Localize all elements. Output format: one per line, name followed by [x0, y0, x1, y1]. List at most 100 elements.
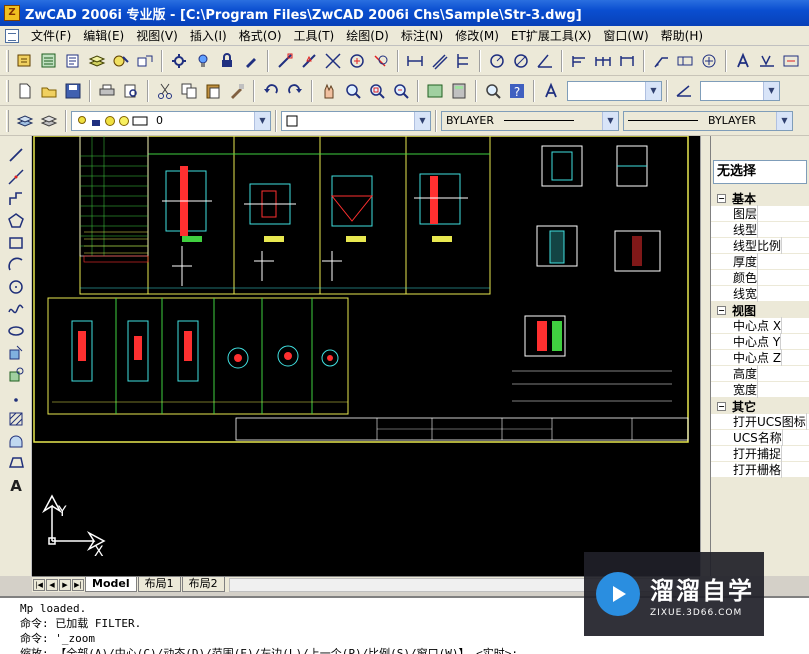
polyline-icon[interactable] — [2, 188, 30, 210]
light-bulb-icon[interactable] — [192, 50, 214, 72]
property-row[interactable]: 厚度 — [711, 253, 809, 270]
dim-diameter-icon[interactable] — [510, 50, 532, 72]
menu-format[interactable]: 格式(O) — [233, 26, 288, 46]
polygon-icon[interactable] — [2, 210, 30, 232]
layer-manager-icon[interactable] — [86, 50, 108, 72]
rectangle-icon[interactable] — [2, 232, 30, 254]
property-row[interactable]: 线型比例 — [711, 237, 809, 254]
title-bar[interactable]: Z ZwCAD 2006i 专业版 - [C:\Program Files\Zw… — [0, 0, 809, 26]
property-row[interactable]: 打开栅格 — [711, 461, 809, 478]
print-icon[interactable] — [96, 80, 118, 102]
property-row[interactable]: 中心点 X — [711, 317, 809, 334]
dim-baseline-icon[interactable] — [568, 50, 590, 72]
dim-aligned-icon[interactable] — [428, 50, 450, 72]
brush-icon[interactable] — [240, 50, 262, 72]
tab-prev-icon[interactable]: ◀ — [46, 578, 58, 591]
layer-properties-icon[interactable] — [14, 110, 36, 132]
toolbar-grip[interactable] — [6, 79, 9, 102]
print-preview-icon[interactable] — [120, 80, 142, 102]
text-icon[interactable]: A — [2, 474, 30, 496]
property-row[interactable]: 线型 — [711, 221, 809, 238]
snap-intersection-icon[interactable] — [322, 50, 344, 72]
zoom-realtime-icon[interactable] — [342, 80, 364, 102]
region-icon[interactable] — [2, 430, 30, 452]
match-properties-icon[interactable] — [110, 50, 132, 72]
dim-edit-icon[interactable] — [756, 50, 778, 72]
dim-quick-icon[interactable] — [616, 50, 638, 72]
revision-cloud-icon[interactable] — [2, 452, 30, 474]
property-row[interactable]: 图层 — [711, 205, 809, 222]
menu-insert[interactable]: 插入(I) — [184, 26, 233, 46]
tab-next-icon[interactable]: ▶ — [59, 578, 71, 591]
zoom-previous-icon[interactable] — [390, 80, 412, 102]
property-row[interactable]: 中心点 Z — [711, 349, 809, 366]
menu-tools[interactable]: 工具(T) — [288, 26, 341, 46]
paste-icon[interactable] — [202, 80, 224, 102]
redo-icon[interactable] — [284, 80, 306, 102]
new-file-icon[interactable] — [14, 80, 36, 102]
dim-ordinate-icon[interactable] — [452, 50, 474, 72]
property-row[interactable]: 线宽 — [711, 285, 809, 302]
property-row[interactable]: 宽度 — [711, 381, 809, 398]
menu-dimension[interactable]: 标注(N) — [395, 26, 449, 46]
drawing-canvas[interactable]: Y X — [32, 136, 700, 576]
settings-icon[interactable] — [168, 50, 190, 72]
aerial-view-icon[interactable] — [424, 80, 446, 102]
toolbar-grip[interactable] — [6, 49, 9, 72]
tool-palette-icon[interactable] — [38, 50, 60, 72]
leader-icon[interactable] — [650, 50, 672, 72]
layer-select[interactable]: 0 ▼ — [71, 110, 271, 131]
calculator-icon[interactable] — [448, 80, 470, 102]
collapse-icon[interactable]: − — [717, 401, 726, 411]
copy-icon[interactable] — [178, 80, 200, 102]
property-row[interactable]: 打开UCS图标 — [711, 413, 809, 430]
spline-icon[interactable] — [2, 298, 30, 320]
design-center-icon[interactable] — [14, 50, 36, 72]
property-group[interactable]: − 其它 — [711, 398, 809, 414]
undo-icon[interactable] — [260, 80, 282, 102]
construction-line-icon[interactable] — [2, 166, 30, 188]
menu-modify[interactable]: 修改(M) — [449, 26, 505, 46]
match-brush-icon[interactable] — [226, 80, 248, 102]
text-style-icon[interactable] — [732, 50, 754, 72]
property-row[interactable]: 高度 — [711, 365, 809, 382]
dim-radius-icon[interactable] — [486, 50, 508, 72]
menu-help[interactable]: 帮助(H) — [655, 26, 709, 46]
point-icon[interactable] — [2, 386, 30, 408]
save-icon[interactable] — [62, 80, 84, 102]
center-mark-icon[interactable] — [698, 50, 720, 72]
property-row[interactable]: 打开捕捉 — [711, 445, 809, 462]
collapse-icon[interactable]: − — [717, 193, 726, 203]
cut-icon[interactable] — [154, 80, 176, 102]
property-row[interactable]: UCS名称 — [711, 429, 809, 446]
menu-draw[interactable]: 绘图(D) — [340, 26, 395, 46]
pan-icon[interactable] — [318, 80, 340, 102]
make-block-icon[interactable] — [2, 364, 30, 386]
toolbar-grip[interactable] — [6, 109, 9, 132]
line-icon[interactable] — [2, 144, 30, 166]
snap-endpoint-icon[interactable] — [274, 50, 296, 72]
menu-et-tools[interactable]: ET扩展工具(X) — [505, 26, 598, 46]
text-style-manager-icon[interactable] — [540, 80, 562, 102]
find-icon[interactable] — [482, 80, 504, 102]
text-style-select[interactable]: ▼ — [567, 80, 662, 101]
menu-window[interactable]: 窗口(W) — [597, 26, 654, 46]
circle-icon[interactable] — [2, 276, 30, 298]
block-attribute-icon[interactable] — [134, 50, 156, 72]
dim-continue-icon[interactable] — [592, 50, 614, 72]
layer-previous-icon[interactable] — [38, 110, 60, 132]
tolerance-icon[interactable] — [674, 50, 696, 72]
tab-layout2[interactable]: 布局2 — [181, 577, 225, 592]
open-folder-icon[interactable] — [38, 80, 60, 102]
arc-icon[interactable] — [2, 254, 30, 276]
lineweight-select[interactable]: BYLAYER ▼ — [623, 110, 793, 131]
snap-midpoint-icon[interactable] — [298, 50, 320, 72]
dim-update-icon[interactable] — [780, 50, 802, 72]
collapse-icon[interactable]: − — [717, 305, 726, 315]
hatch-icon[interactable] — [2, 408, 30, 430]
menu-view[interactable]: 视图(V) — [130, 26, 184, 46]
property-row[interactable]: 颜色 — [711, 269, 809, 286]
property-group[interactable]: − 视图 — [711, 302, 809, 318]
color-select[interactable]: ▼ — [281, 110, 431, 131]
menu-edit[interactable]: 编辑(E) — [77, 26, 130, 46]
